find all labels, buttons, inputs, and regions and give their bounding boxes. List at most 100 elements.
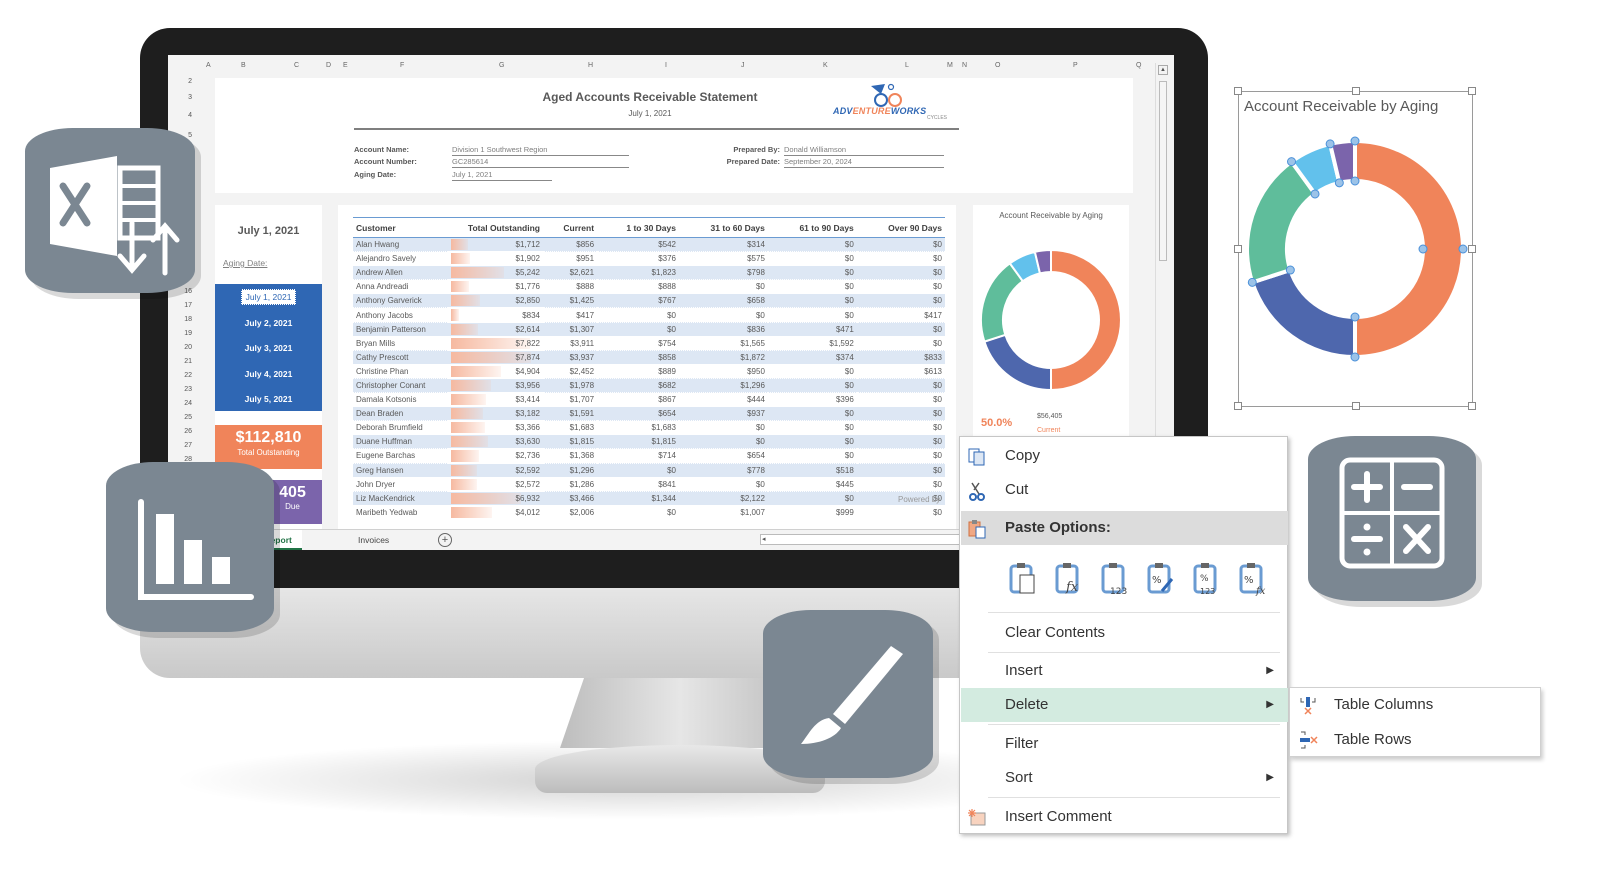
paste-formulas-number-format-icon[interactable]: %fx bbox=[1238, 561, 1268, 597]
table-cell[interactable]: $888 bbox=[597, 279, 679, 295]
table-cell[interactable]: $0 bbox=[856, 279, 945, 295]
row-number[interactable]: 23 bbox=[184, 386, 192, 393]
column-header-cell[interactable]: 31 to 60 Days bbox=[679, 217, 768, 238]
table-cell[interactable]: $471 bbox=[767, 322, 857, 337]
row-number[interactable]: 25 bbox=[184, 414, 192, 421]
row-number[interactable]: 21 bbox=[184, 358, 192, 365]
table-cell[interactable]: $0 bbox=[679, 477, 768, 492]
column-header-cell[interactable]: Over 90 Days bbox=[856, 217, 945, 238]
table-cell[interactable]: Anthony Garverick bbox=[353, 293, 448, 309]
row-number[interactable]: 4 bbox=[188, 112, 192, 119]
menu-item-cut[interactable]: Cut bbox=[961, 473, 1288, 507]
scroll-left-icon[interactable]: ◂ bbox=[762, 535, 766, 543]
table-cell[interactable]: $0 bbox=[597, 463, 679, 478]
table-cell[interactable]: $3,937 bbox=[543, 350, 598, 365]
table-cell[interactable]: $0 bbox=[767, 307, 857, 323]
row-number[interactable]: 18 bbox=[184, 316, 192, 323]
slicer-item[interactable]: July 1, 2021 bbox=[215, 289, 322, 305]
table-cell[interactable]: John Dryer bbox=[353, 477, 448, 492]
table-cell[interactable]: $0 bbox=[767, 434, 857, 450]
menu-item-sort[interactable]: Sort ▶ bbox=[961, 761, 1288, 795]
table-cell[interactable]: $0 bbox=[767, 378, 857, 394]
column-header[interactable]: J bbox=[741, 62, 745, 69]
table-cell[interactable]: $1,872 bbox=[679, 350, 768, 365]
table-cell[interactable]: $654 bbox=[679, 448, 768, 464]
table-cell[interactable]: $754 bbox=[597, 336, 679, 351]
table-cell[interactable]: $0 bbox=[767, 448, 857, 464]
table-cell[interactable]: $1,683 bbox=[543, 420, 598, 436]
table-cell[interactable]: $0 bbox=[856, 322, 945, 337]
table-cell[interactable]: $0 bbox=[679, 420, 768, 436]
table-cell[interactable]: $834 bbox=[448, 307, 543, 323]
table-cell[interactable]: $1,683 bbox=[597, 420, 679, 436]
point-selection-handle[interactable] bbox=[1350, 312, 1360, 322]
table-cell[interactable]: $0 bbox=[767, 293, 857, 309]
column-header[interactable]: C bbox=[294, 62, 299, 69]
column-header[interactable]: I bbox=[665, 62, 667, 69]
table-cell[interactable]: Alan Hwang bbox=[353, 237, 448, 253]
column-header[interactable]: M bbox=[947, 62, 953, 69]
table-cell[interactable]: $0 bbox=[767, 406, 857, 422]
table-cell[interactable]: $0 bbox=[856, 237, 945, 253]
table-cell[interactable]: $0 bbox=[767, 251, 857, 267]
point-selection-handle[interactable] bbox=[1285, 265, 1295, 275]
slicer-item[interactable]: July 5, 2021 bbox=[215, 394, 322, 404]
resize-handle-top[interactable] bbox=[1352, 87, 1360, 95]
table-cell[interactable]: $6,932 bbox=[448, 491, 543, 506]
prepared-by-value[interactable]: Donald Williamson bbox=[784, 145, 944, 156]
table-cell[interactable]: $858 bbox=[597, 350, 679, 365]
table-cell[interactable]: $3,414 bbox=[448, 392, 543, 408]
column-header[interactable]: L bbox=[905, 62, 909, 69]
table-cell[interactable]: $0 bbox=[856, 477, 945, 492]
table-cell[interactable]: $417 bbox=[543, 307, 598, 323]
table-cell[interactable]: $0 bbox=[856, 434, 945, 450]
row-number[interactable]: 24 bbox=[184, 400, 192, 407]
table-cell[interactable]: $0 bbox=[767, 491, 857, 506]
submenu-item-table-columns[interactable]: Table Columns bbox=[1290, 688, 1540, 722]
table-cell[interactable]: $1,815 bbox=[597, 434, 679, 450]
table-cell[interactable]: $0 bbox=[597, 322, 679, 337]
mini-donut-chart[interactable] bbox=[973, 235, 1129, 405]
row-number[interactable]: 19 bbox=[184, 330, 192, 337]
table-cell[interactable]: $0 bbox=[856, 265, 945, 281]
table-cell[interactable]: Cathy Prescott bbox=[353, 350, 448, 365]
scroll-up-button[interactable]: ▲ bbox=[1158, 65, 1168, 75]
table-cell[interactable]: $1,823 bbox=[597, 265, 679, 281]
table-cell[interactable]: $0 bbox=[767, 420, 857, 436]
slicer-item[interactable]: July 2, 2021 bbox=[215, 318, 322, 328]
table-cell[interactable]: $0 bbox=[597, 505, 679, 520]
resize-handle-bottom[interactable] bbox=[1352, 402, 1360, 410]
table-cell[interactable]: $2,614 bbox=[448, 322, 543, 337]
table-cell[interactable]: $767 bbox=[597, 293, 679, 309]
column-header-cell[interactable]: 61 to 90 Days bbox=[767, 217, 857, 238]
table-cell[interactable]: Anthony Jacobs bbox=[353, 307, 448, 323]
column-header-cell[interactable]: Total Outstanding bbox=[448, 217, 543, 238]
menu-item-clear-contents[interactable]: Clear Contents bbox=[961, 616, 1288, 650]
point-selection-handle[interactable] bbox=[1350, 352, 1360, 362]
table-cell[interactable]: $1,815 bbox=[543, 434, 598, 450]
column-header[interactable]: D bbox=[326, 62, 331, 69]
table-cell[interactable]: $682 bbox=[597, 378, 679, 394]
table-cell[interactable]: $950 bbox=[679, 364, 768, 379]
table-cell[interactable]: $3,630 bbox=[448, 434, 543, 450]
account-number-value[interactable]: GC285614 bbox=[452, 157, 629, 168]
table-cell[interactable]: $1,296 bbox=[679, 378, 768, 394]
scroll-thumb[interactable] bbox=[1159, 81, 1167, 261]
table-cell[interactable]: $1,707 bbox=[543, 392, 598, 408]
column-header[interactable]: O bbox=[995, 62, 1000, 69]
table-cell[interactable]: $445 bbox=[767, 477, 857, 492]
table-cell[interactable]: Damala Kotsonis bbox=[353, 392, 448, 408]
table-cell[interactable]: $856 bbox=[543, 237, 598, 253]
table-cell[interactable]: $0 bbox=[767, 279, 857, 295]
table-cell[interactable]: $0 bbox=[767, 265, 857, 281]
table-cell[interactable]: $0 bbox=[856, 505, 945, 520]
point-selection-handle[interactable] bbox=[1418, 244, 1428, 254]
table-cell[interactable]: $374 bbox=[767, 350, 857, 365]
point-selection-handle[interactable] bbox=[1310, 189, 1320, 199]
table-cell[interactable]: $2,006 bbox=[543, 505, 598, 520]
table-cell[interactable]: $0 bbox=[679, 307, 768, 323]
add-sheet-button[interactable]: + bbox=[438, 533, 452, 547]
table-cell[interactable]: $0 bbox=[679, 279, 768, 295]
table-cell[interactable]: $2,621 bbox=[543, 265, 598, 281]
table-cell[interactable]: $1,007 bbox=[679, 505, 768, 520]
